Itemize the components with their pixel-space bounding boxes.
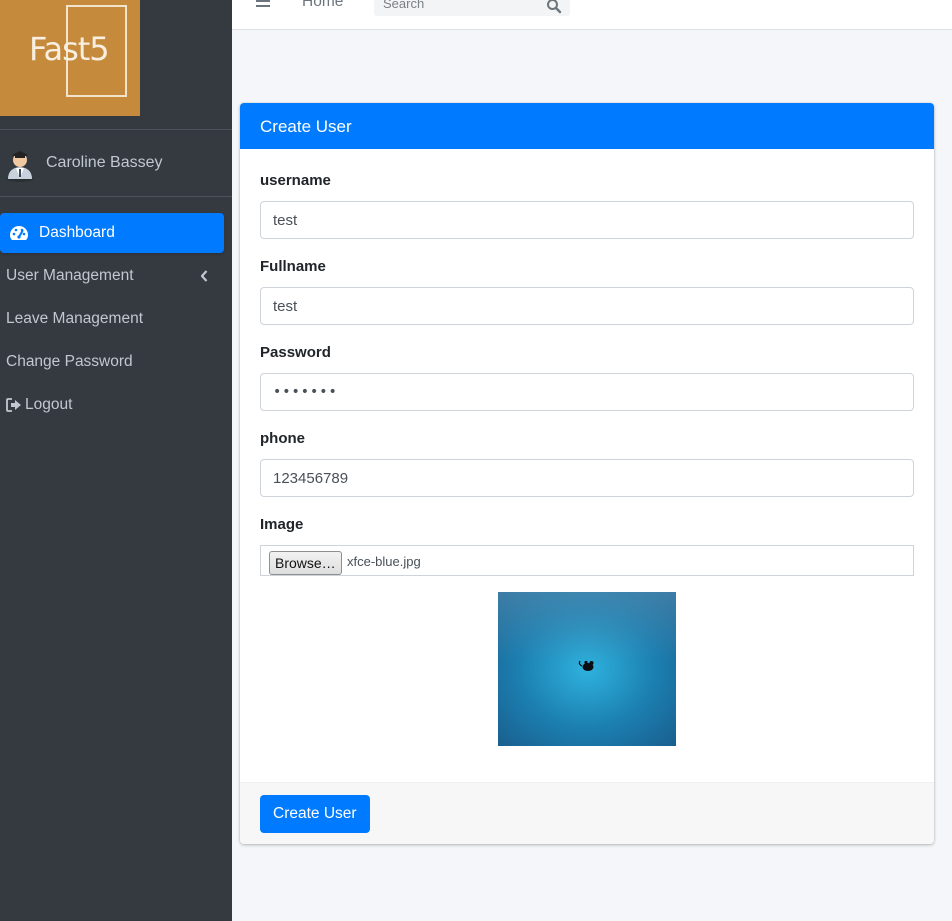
username-label: username [260,172,331,189]
brand-logo[interactable]: Fast5 [0,0,140,116]
password-field[interactable] [260,373,914,411]
image-preview [498,592,676,746]
fullname-field[interactable] [260,287,914,325]
tachometer-icon [10,226,28,240]
phone-field[interactable] [260,459,914,497]
sidebar-item-label: Dashboard [39,224,115,241]
image-label: Image [260,516,304,533]
sidebar-item-label: Logout [25,396,73,413]
phone-label: phone [260,430,305,447]
sign-out-icon [6,398,21,412]
create-user-card: Create User username Fullname Password p… [240,103,934,844]
sidebar-item-logout[interactable]: Logout [0,385,224,425]
browse-button[interactable]: Browse… [269,551,342,575]
card-title: Create User [260,117,352,136]
password-label: Password [260,344,331,361]
home-link[interactable]: Home [302,0,343,11]
search-input[interactable] [374,0,543,16]
sidebar-divider [0,196,232,197]
navbar-search [374,0,570,16]
sidebar-item-label: Change Password [6,353,133,370]
sidebar-item-user-management[interactable]: User Management [0,256,224,296]
sidebar: Fast5 Caroline Bassey Dashboard User Man… [0,0,232,921]
card-header: Create User [240,103,934,149]
logo-text: Fast5 [29,30,110,68]
fullname-label: Fullname [260,258,326,275]
user-panel[interactable]: Caroline Bassey [0,140,232,188]
user-name: Caroline Bassey [46,154,163,171]
selected-file-name: xfce-blue.jpg [347,554,421,569]
sidebar-item-dashboard[interactable]: Dashboard [0,213,224,253]
create-user-button[interactable]: Create User [260,795,370,833]
sidebar-item-label: Leave Management [6,310,144,327]
user-avatar-icon [7,151,33,182]
sidebar-item-change-password[interactable]: Change Password [0,342,224,382]
menu-toggle-icon[interactable] [256,0,270,8]
search-icon[interactable] [546,0,562,14]
card-footer: Create User [240,782,934,844]
username-field[interactable] [260,201,914,239]
sidebar-item-label: User Management [6,267,134,284]
chevron-left-icon [200,270,208,282]
sidebar-item-leave-management[interactable]: Leave Management [0,299,224,339]
top-navbar: Home [232,0,952,30]
sidebar-divider [0,129,232,130]
image-file-input[interactable]: Browse… xfce-blue.jpg [260,545,914,576]
